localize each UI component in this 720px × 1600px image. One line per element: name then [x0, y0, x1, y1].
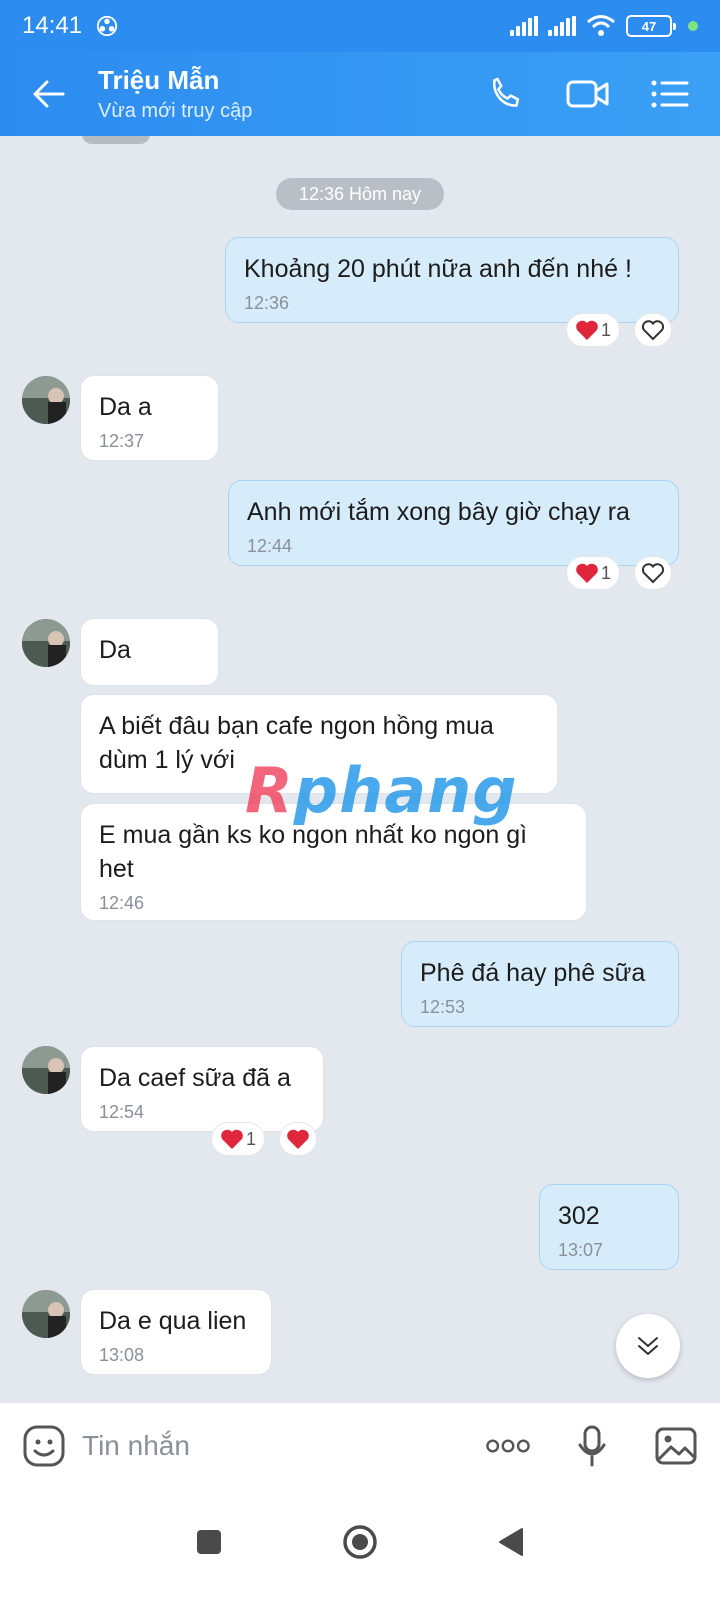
double-chevron-down-icon	[638, 1337, 658, 1355]
back-nav-button[interactable]	[498, 1527, 524, 1562]
scroll-to-bottom-button[interactable]	[616, 1314, 680, 1378]
battery-level: 47	[641, 18, 657, 34]
reaction-count[interactable]: 1	[211, 1122, 265, 1156]
chat-header: Triệu Mẫn Vừa mới truy cập	[0, 52, 720, 136]
message-text: Phê đá hay phê sữa	[420, 959, 646, 987]
more-dots-icon	[486, 1439, 530, 1452]
privacy-indicator	[688, 21, 698, 31]
triangle-back-icon	[499, 1527, 523, 1556]
reaction-count[interactable]: 1	[566, 313, 620, 347]
watermark-part-1: R	[245, 754, 294, 827]
list-menu-icon	[651, 80, 689, 108]
message-bubble-in[interactable]: Da	[80, 618, 219, 686]
message-text: 302	[558, 1202, 600, 1230]
red-heart-icon	[576, 320, 598, 340]
message-text: Da	[99, 636, 131, 664]
contact-avatar[interactable]	[22, 619, 70, 667]
watermark-logo: Rphang	[245, 754, 518, 827]
reaction-number: 1	[245, 1128, 256, 1149]
message-time: 12:46	[99, 893, 145, 913]
message-input[interactable]: Tin nhắn	[82, 1430, 486, 1462]
phone-icon	[493, 77, 520, 107]
voice-call-button[interactable]	[478, 66, 534, 122]
battery-icon: 47	[626, 15, 676, 37]
react-button[interactable]	[279, 1122, 317, 1156]
red-heart-icon	[287, 1129, 309, 1149]
message-bubble-in[interactable]: Da a 12:37	[80, 375, 219, 461]
heart-outline-icon	[641, 563, 665, 584]
message-bubble-in[interactable]: Da caef sữa đã a 12:54	[80, 1046, 324, 1132]
message-text: Da caef sữa đã a	[99, 1064, 291, 1092]
message-time: 13:08	[99, 1345, 145, 1365]
red-heart-icon	[221, 1129, 243, 1149]
back-button[interactable]	[18, 64, 78, 124]
reaction-number: 1	[600, 562, 611, 583]
signal-icon-2	[548, 16, 576, 36]
avatar-image	[22, 1290, 70, 1338]
image-icon	[655, 1427, 697, 1464]
message-time: 12:54	[99, 1102, 145, 1122]
status-time: 14:41	[22, 12, 83, 39]
message-bubble-out[interactable]: Phê đá hay phê sữa 12:53	[401, 941, 679, 1027]
contact-name: Triệu Mẫn	[98, 65, 220, 95]
video-camera-icon	[566, 80, 609, 108]
contact-avatar[interactable]	[22, 376, 70, 424]
microphone-icon	[578, 1425, 606, 1466]
home-circle-icon	[343, 1524, 377, 1559]
contact-avatar[interactable]	[22, 1290, 70, 1338]
sticker-button[interactable]	[22, 1424, 66, 1468]
message-text: Khoảng 20 phút nữa anh đến nhé !	[244, 255, 632, 283]
avatar-image	[22, 1046, 70, 1094]
reaction-count[interactable]: 1	[566, 556, 620, 590]
message-time: 12:44	[247, 536, 293, 556]
message-bubble-out[interactable]: Anh mới tắm xong bây giờ chạy ra 12:44	[228, 480, 679, 566]
recents-button[interactable]	[196, 1529, 222, 1560]
message-text: Da a	[99, 393, 152, 421]
message-composer: Tin nhắn	[0, 1402, 720, 1488]
menu-button[interactable]	[642, 66, 698, 122]
contact-status: Vừa mới truy cập	[98, 100, 253, 122]
watermark-part-2: phang	[293, 754, 518, 827]
message-time: 13:07	[558, 1240, 604, 1260]
message-bubble-in[interactable]: Da e qua lien 13:08	[80, 1289, 272, 1375]
app-notification-icon	[96, 15, 118, 37]
signal-icon	[510, 16, 538, 36]
arrow-left-icon	[33, 80, 65, 108]
message-time: 12:37	[99, 431, 145, 451]
message-time: 12:36	[244, 293, 290, 313]
home-button[interactable]	[342, 1524, 378, 1565]
message-text: E mua gần ks ko ngon nhất ko ngon gì het	[99, 821, 528, 883]
gallery-button[interactable]	[654, 1424, 698, 1468]
heart-outline-icon	[641, 320, 665, 341]
message-text: Anh mới tắm xong bây giờ chạy ra	[247, 498, 630, 526]
message-list[interactable]: 12:36 Hôm nay Khoảng 20 phút nữa anh đến…	[0, 136, 720, 1430]
date-divider: 12:36 Hôm nay	[276, 178, 444, 210]
square-icon	[197, 1529, 221, 1554]
contact-avatar[interactable]	[22, 1046, 70, 1094]
wifi-icon	[587, 15, 615, 36]
status-bar: 14:41 47	[0, 0, 720, 52]
message-bubble-out[interactable]: 302 13:07	[539, 1184, 679, 1270]
message-text: Da e qua lien	[99, 1307, 247, 1335]
system-navigation-bar	[0, 1488, 720, 1600]
avatar-image	[22, 619, 70, 667]
react-button[interactable]	[634, 556, 672, 590]
contact-info[interactable]: Triệu Mẫn Vừa mới truy cập	[98, 65, 252, 123]
voice-record-button[interactable]	[570, 1424, 614, 1468]
smiley-icon	[23, 1425, 65, 1466]
message-bubble-out[interactable]: Khoảng 20 phút nữa anh đến nhé ! 12:36	[225, 237, 679, 323]
message-time: 12:53	[420, 997, 466, 1017]
red-heart-icon	[576, 563, 598, 583]
react-button[interactable]	[634, 313, 672, 347]
reaction-number: 1	[600, 319, 611, 340]
avatar-image	[22, 376, 70, 424]
previous-timestamp	[82, 136, 150, 144]
more-options-button[interactable]	[486, 1424, 530, 1468]
video-call-button[interactable]	[560, 66, 616, 122]
